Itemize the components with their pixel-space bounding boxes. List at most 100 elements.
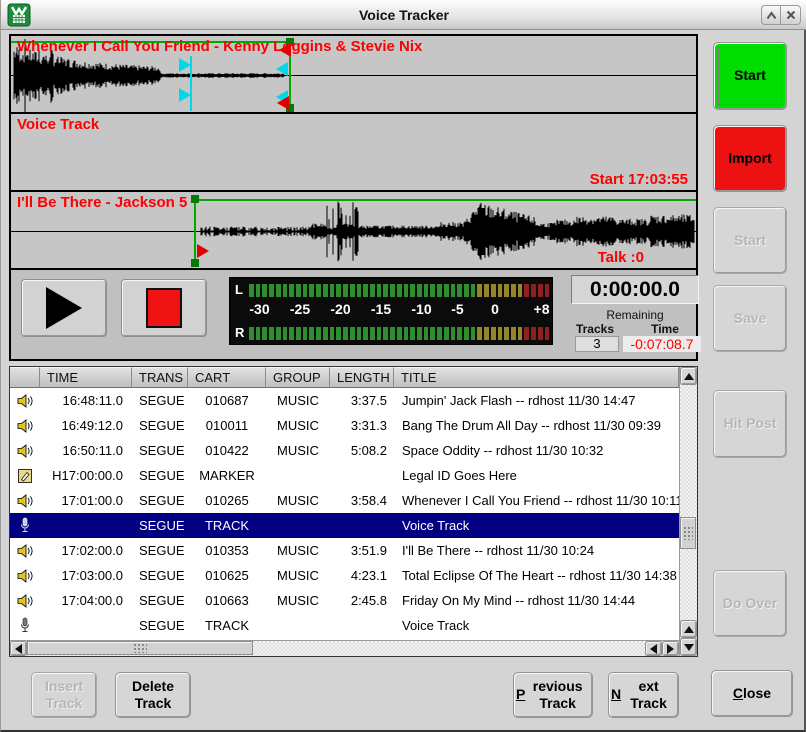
log-row[interactable]: 16:49:12.0SEGUE010011MUSIC3:31.3Bang The… bbox=[10, 413, 679, 438]
close-button[interactable]: Close bbox=[711, 670, 793, 717]
scroll-left-button[interactable] bbox=[10, 641, 27, 656]
cell-group: MUSIC bbox=[266, 418, 330, 433]
vertical-scroll-thumb[interactable] bbox=[680, 517, 696, 549]
cell-length: 3:58.4 bbox=[330, 493, 394, 508]
track-below-waveform-panel[interactable]: I'll Be There - Jackson 5 Talk :0 bbox=[11, 192, 696, 270]
cell-title: I'll Be There -- rdhost 11/30 10:24 bbox=[394, 543, 679, 558]
cell-cart: 010663 bbox=[188, 593, 266, 608]
stop-button[interactable] bbox=[121, 279, 207, 337]
play-button[interactable] bbox=[21, 279, 107, 337]
scroll-up-button[interactable] bbox=[680, 367, 697, 385]
vertical-scrollbar[interactable] bbox=[679, 367, 697, 656]
close-window-button[interactable] bbox=[781, 5, 801, 25]
delete-track-button[interactable]: Delete Track bbox=[115, 672, 191, 718]
meter-scale-tick: -10 bbox=[411, 301, 431, 317]
cell-title: Friday On My Mind -- rdhost 11/30 14:44 bbox=[394, 593, 679, 608]
talk-start-marker-upper[interactable] bbox=[179, 58, 191, 72]
app-icon bbox=[6, 2, 32, 28]
cell-cart: 010265 bbox=[188, 493, 266, 508]
start-playback-button[interactable]: Start bbox=[713, 207, 787, 274]
cell-title: Voice Track bbox=[394, 518, 679, 533]
cell-time: 16:48:11.0 bbox=[40, 393, 132, 408]
talk-start-marker-lower[interactable] bbox=[179, 88, 191, 102]
start-handle-top[interactable] bbox=[191, 195, 199, 203]
cell-title: Whenever I Call You Friend -- rdhost 11/… bbox=[394, 493, 679, 508]
column-header[interactable]: LENGTH bbox=[330, 367, 394, 388]
cell-trans: SEGUE bbox=[132, 593, 188, 608]
log-table: TIMETRANSCARTGROUPLENGTHTITLE 16:48:11.0… bbox=[9, 366, 698, 657]
log-row-selected[interactable]: SEGUETRACKVoice Track bbox=[10, 513, 679, 538]
voice-tracker-window: { "window": { "title": "Voice Tracker" }… bbox=[0, 0, 806, 732]
insert-track-button[interactable]: Insert Track bbox=[31, 672, 97, 718]
window-title: Voice Tracker bbox=[1, 7, 806, 23]
play-icon bbox=[46, 287, 82, 329]
start-level-line bbox=[194, 199, 696, 201]
cell-time: 17:04:00.0 bbox=[40, 593, 132, 608]
log-row[interactable]: SEGUETRACKVoice Track bbox=[10, 613, 679, 638]
microphone-icon bbox=[18, 517, 32, 534]
title-bar[interactable]: Voice Tracker bbox=[1, 0, 806, 30]
previous-track-button[interactable]: Previous Track bbox=[513, 672, 593, 718]
cell-trans: SEGUE bbox=[132, 443, 188, 458]
vertical-scroll-track[interactable] bbox=[680, 385, 697, 620]
cell-trans: SEGUE bbox=[132, 568, 188, 583]
scroll-right-button[interactable] bbox=[662, 641, 679, 656]
scroll-left-button-2[interactable] bbox=[645, 641, 662, 656]
hit-post-button[interactable]: Hit Post bbox=[713, 390, 787, 458]
log-row[interactable]: 17:03:00.0SEGUE010625MUSIC4:23.1Total Ec… bbox=[10, 563, 679, 588]
meter-scale: -30-25-20-15-10-50+8 bbox=[249, 301, 549, 319]
remaining-tracks-label: Tracks bbox=[563, 322, 627, 336]
column-header[interactable]: TIME bbox=[40, 367, 132, 388]
column-header[interactable] bbox=[10, 367, 40, 388]
column-header[interactable]: TITLE bbox=[394, 367, 679, 388]
do-over-button[interactable]: Do Over bbox=[713, 570, 787, 637]
cell-title: Bang The Drum All Day -- rdhost 11/30 09… bbox=[394, 418, 679, 433]
log-row[interactable]: 17:04:00.0SEGUE010663MUSIC2:45.8Friday O… bbox=[10, 588, 679, 613]
scroll-up-button-2[interactable] bbox=[680, 620, 697, 638]
fade-marker-bottom[interactable] bbox=[277, 96, 289, 110]
start-marker[interactable] bbox=[197, 244, 209, 258]
chevron-up-icon bbox=[766, 11, 777, 20]
start-record-button[interactable]: Start bbox=[713, 42, 787, 110]
save-button[interactable]: Save bbox=[713, 285, 787, 352]
column-header[interactable]: TRANS bbox=[132, 367, 188, 388]
log-row[interactable]: 17:02:00.0SEGUE010353MUSIC3:51.9I'll Be … bbox=[10, 538, 679, 563]
scroll-down-button[interactable] bbox=[680, 638, 697, 656]
track-above-title: Whenever I Call You Friend - Kenny Loggi… bbox=[17, 38, 422, 55]
meter-scale-tick: -30 bbox=[249, 301, 269, 317]
cell-time: 17:01:00.0 bbox=[40, 493, 132, 508]
horizontal-scroll-track[interactable] bbox=[27, 641, 645, 656]
meter-right-segments bbox=[249, 327, 549, 340]
log-row[interactable]: 16:50:11.0SEGUE010422MUSIC5:08.2Space Od… bbox=[10, 438, 679, 463]
cell-time: 17:02:00.0 bbox=[40, 543, 132, 558]
column-header[interactable]: CART bbox=[188, 367, 266, 388]
remaining-tracks-value: 3 bbox=[575, 336, 619, 352]
start-handle-bottom[interactable] bbox=[191, 259, 199, 267]
column-header[interactable]: GROUP bbox=[266, 367, 330, 388]
cell-trans: SEGUE bbox=[132, 518, 188, 533]
shade-window-button[interactable] bbox=[761, 5, 781, 25]
cell-cart: MARKER bbox=[188, 468, 266, 483]
speaker-icon bbox=[17, 493, 34, 509]
cell-time: 16:49:12.0 bbox=[40, 418, 132, 433]
vu-meter: L -30-25-20-15-10-50+8 R bbox=[229, 277, 553, 345]
cell-title: Space Oddity -- rdhost 11/30 10:32 bbox=[394, 443, 679, 458]
log-row[interactable]: 17:01:00.0SEGUE010265MUSIC3:58.4Whenever… bbox=[10, 488, 679, 513]
log-row[interactable]: 16:48:11.0SEGUE010687MUSIC3:37.5Jumpin' … bbox=[10, 388, 679, 413]
meter-scale-tick: +8 bbox=[534, 301, 550, 317]
import-button[interactable]: Import bbox=[713, 125, 787, 192]
cell-trans: SEGUE bbox=[132, 468, 188, 483]
log-rows: 16:48:11.0SEGUE010687MUSIC3:37.5Jumpin' … bbox=[10, 388, 679, 640]
cell-cart: 010625 bbox=[188, 568, 266, 583]
horizontal-scrollbar[interactable] bbox=[10, 640, 679, 656]
log-row[interactable]: H17:00:00.0SEGUEMARKERLegal ID Goes Here bbox=[10, 463, 679, 488]
track-above-waveform-panel[interactable]: Whenever I Call You Friend - Kenny Loggi… bbox=[11, 36, 696, 114]
voice-track-panel[interactable]: Voice Track Start 17:03:55 bbox=[11, 114, 696, 192]
horizontal-scroll-thumb[interactable] bbox=[27, 641, 253, 655]
remaining-time-label: Time bbox=[633, 322, 697, 336]
next-track-button[interactable]: Next Track bbox=[608, 672, 679, 718]
cell-title: Total Eclipse Of The Heart -- rdhost 11/… bbox=[394, 568, 679, 583]
cell-trans: SEGUE bbox=[132, 393, 188, 408]
talk-end-marker-upper[interactable] bbox=[276, 62, 288, 76]
cell-length: 3:37.5 bbox=[330, 393, 394, 408]
